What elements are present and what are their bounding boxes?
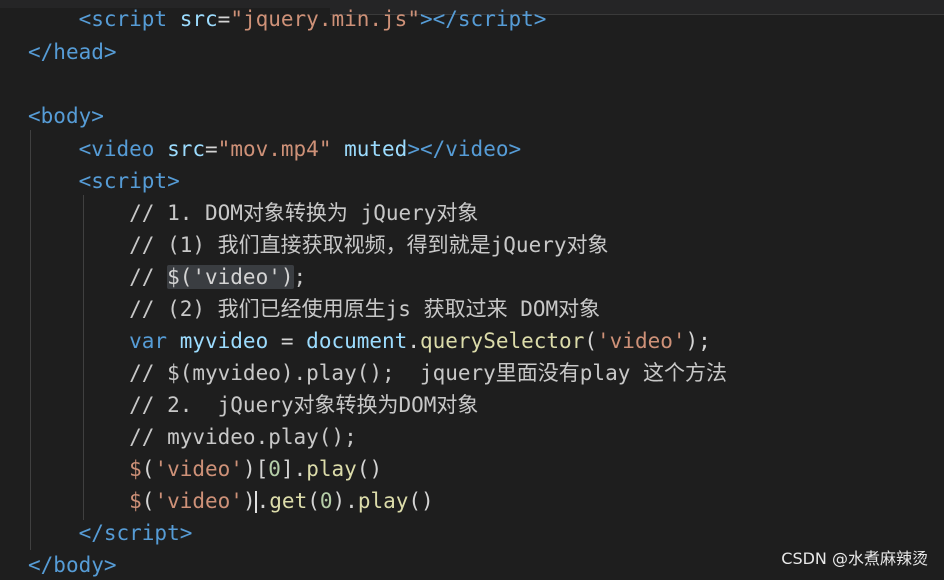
code-token: ]: [280, 457, 294, 481]
code-line[interactable]: // (1) 我们直接获取视频，得到就是jQuery对象: [28, 230, 609, 260]
code-token: "jquery.min.js": [230, 7, 420, 31]
code-token: .: [407, 329, 420, 353]
code-token: ;: [293, 265, 307, 289]
code-token: =: [205, 137, 218, 161]
code-token: [: [255, 457, 269, 481]
code-token: src: [154, 137, 206, 161]
watermark: CSDN @水煮麻辣烫: [781, 549, 928, 568]
code-token: $: [28, 489, 142, 513]
code-token: =: [217, 7, 231, 31]
code-token: ): [242, 457, 256, 481]
code-token: .: [256, 489, 270, 513]
code-line[interactable]: // 1. DOM对象转换为 jQuery对象: [28, 198, 478, 228]
code-token: //: [28, 265, 168, 289]
code-token: // (2) 我们已经使用原生js 获取过来 DOM对象: [28, 297, 601, 321]
code-token: <: [28, 104, 41, 128]
code-line[interactable]: </script>: [28, 518, 193, 548]
code-token: ).: [332, 489, 358, 513]
code-token: </: [28, 521, 104, 545]
code-line[interactable]: // (2) 我们已经使用原生js 获取过来 DOM对象: [28, 294, 600, 324]
code-token: ></: [407, 137, 446, 161]
code-token: 'video': [154, 489, 243, 513]
code-token: 'video': [154, 457, 243, 481]
code-token: script: [457, 7, 534, 31]
code-token: (: [141, 489, 155, 513]
code-token: // (1) 我们直接获取视频，得到就是jQuery对象: [28, 233, 609, 257]
code-token: play: [306, 457, 357, 481]
code-line[interactable]: // 2. jQuery对象转换为DOM对象: [28, 390, 478, 420]
code-line[interactable]: $('video')[0].play(): [28, 454, 382, 484]
code-token: video: [91, 137, 155, 161]
code-token: >: [167, 169, 180, 193]
code-token: <: [28, 7, 92, 31]
code-token: (: [307, 489, 320, 513]
code-token: </: [28, 553, 54, 577]
code-token: $: [28, 457, 142, 481]
code-token: script: [91, 7, 168, 31]
code-token: get: [269, 489, 308, 513]
code-line[interactable]: <script>: [28, 166, 180, 196]
code-line[interactable]: // myvideo.play();: [28, 422, 357, 452]
code-line[interactable]: </head>: [28, 37, 117, 67]
code-token: 0: [319, 489, 333, 513]
code-token: muted: [331, 137, 408, 161]
code-token: script: [103, 521, 180, 545]
code-line[interactable]: <script src="jquery.min.js"></script>: [28, 4, 547, 34]
code-token: );: [685, 329, 711, 353]
code-token: video: [445, 137, 509, 161]
code-token: play: [357, 489, 409, 513]
code-line[interactable]: var myvideo = document.querySelector('vi…: [28, 326, 711, 356]
code-token: (: [141, 457, 155, 481]
code-token: .: [293, 457, 307, 481]
code-token: </: [28, 40, 54, 64]
code-token: body: [40, 104, 92, 128]
code-token: >: [91, 104, 104, 128]
code-token: ></: [419, 7, 458, 31]
code-token: >: [103, 40, 117, 64]
code-token: myvideo: [167, 329, 269, 353]
code-token: "mov.mp4": [217, 137, 332, 161]
code-token: (): [356, 457, 383, 481]
code-token: // 1. DOM对象转换为 jQuery对象: [28, 201, 479, 225]
code-editor[interactable]: <script src="jquery.min.js"></script> </h…: [0, 0, 944, 579]
code-token: src: [167, 7, 218, 31]
code-token: body: [53, 553, 104, 577]
code-token: >: [508, 137, 522, 161]
code-token: >: [179, 521, 193, 545]
code-line[interactable]: </body>: [28, 550, 117, 580]
code-token: (: [584, 329, 598, 353]
code-token: <: [28, 137, 92, 161]
code-token: 'video': [597, 329, 686, 353]
code-line[interactable]: <body>: [28, 101, 104, 131]
code-token: >: [533, 7, 547, 31]
code-token: $('video'): [167, 265, 294, 289]
code-token: // $(myvideo).play(); jquery里面没有play 这个方…: [28, 361, 728, 385]
code-token: head: [53, 40, 104, 64]
code-token: (): [408, 489, 434, 513]
code-token: <: [28, 169, 92, 193]
code-token: >: [103, 553, 117, 577]
code-token: // 2. jQuery对象转换为DOM对象: [28, 393, 479, 417]
code-line[interactable]: <video src="mov.mp4" muted></video>: [28, 134, 522, 164]
code-line[interactable]: // $('video');: [28, 262, 306, 292]
code-line[interactable]: // $(myvideo).play(); jquery里面没有play 这个方…: [28, 358, 727, 388]
code-token: querySelector: [419, 329, 585, 353]
code-token: 0: [268, 457, 281, 481]
code-line[interactable]: $('video').get(0).play(): [28, 486, 434, 516]
code-token: =: [268, 329, 307, 353]
code-token: // myvideo.play();: [28, 425, 357, 449]
code-token: var: [28, 329, 168, 353]
code-token: script: [91, 169, 168, 193]
code-token: document: [306, 329, 408, 353]
